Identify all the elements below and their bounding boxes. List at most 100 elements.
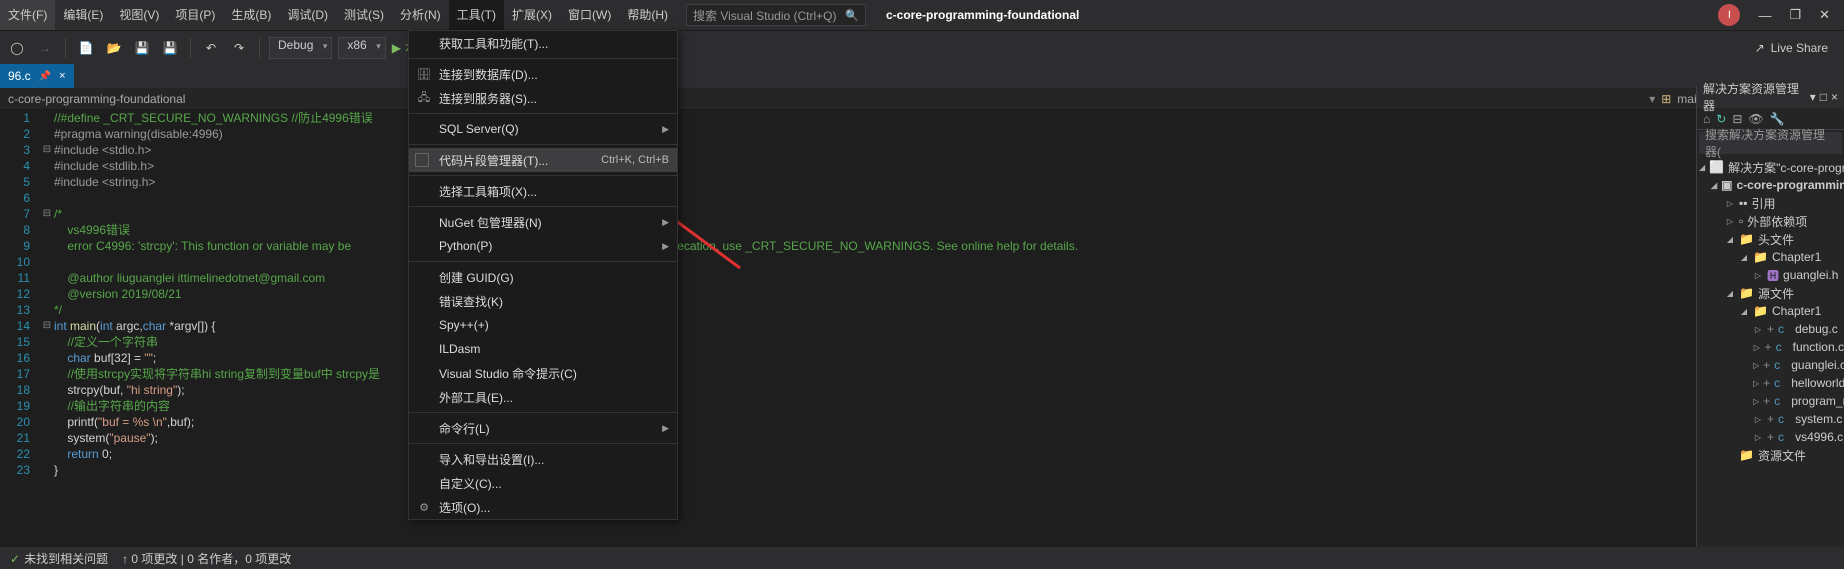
arrow-right-icon: ▶ — [662, 217, 669, 228]
c-file-icon: c — [1774, 376, 1780, 390]
minimize-icon[interactable]: — — [1758, 8, 1771, 23]
dd-external-tools[interactable]: 外部工具(E)... — [409, 385, 677, 409]
tree-sources[interactable]: ◢📁源文件 — [1697, 284, 1844, 302]
dd-options[interactable]: ⚙选项(O)... — [409, 495, 677, 519]
tree-solution-root[interactable]: ◢⬜解决方案"c-core-program — [1697, 158, 1844, 176]
search-icon: 🔍 — [845, 9, 859, 22]
platform-combo[interactable]: x86 — [338, 37, 385, 59]
dd-connect-db[interactable]: 🗄连接到数据库(D)... — [409, 62, 677, 86]
dd-vs-cmd[interactable]: Visual Studio 命令提示(C) — [409, 361, 677, 385]
scope-dropdown-marker[interactable]: ▾ — [1649, 92, 1655, 106]
tree-vs4996-c[interactable]: ▷+ c vs4996.c — [1697, 428, 1844, 446]
refresh-icon[interactable]: ↻ — [1716, 112, 1726, 126]
dd-guid[interactable]: 创建 GUID(G) — [409, 265, 677, 289]
save-icon[interactable]: 💾 — [131, 37, 153, 59]
tree-guanglei-c[interactable]: ▷+ c guanglei.c — [1697, 356, 1844, 374]
user-avatar[interactable]: I — [1718, 4, 1740, 26]
tree-debug-c[interactable]: ▷+ c debug.c — [1697, 320, 1844, 338]
dd-connect-server[interactable]: 🖧连接到服务器(S)... — [409, 86, 677, 110]
home-icon[interactable]: ⌂ — [1703, 112, 1710, 126]
live-share-button[interactable]: Live Share — [1755, 41, 1838, 55]
tree-external-deps[interactable]: ▷▫外部依赖项 — [1697, 212, 1844, 230]
tree-helloworld-c[interactable]: ▷+ c helloworld.c — [1697, 374, 1844, 392]
tree-chapter1-s[interactable]: ◢📁Chapter1 — [1697, 302, 1844, 320]
line-gutter: 1234567891011121314151617181920212223 — [0, 110, 40, 547]
menu-file[interactable]: 文件(F) — [0, 0, 55, 30]
tree-project[interactable]: ◢▣c-core-programming — [1697, 176, 1844, 194]
maximize-icon[interactable]: ❐ — [1789, 7, 1801, 23]
dd-import-export[interactable]: 导入和导出设置(I)... — [409, 447, 677, 471]
menu-edit[interactable]: 编辑(E) — [55, 0, 111, 30]
tree-chapter1-h[interactable]: ◢📁Chapter1 — [1697, 248, 1844, 266]
dd-customize[interactable]: 自定义(C)... — [409, 471, 677, 495]
arrow-right-icon: ▶ — [662, 423, 669, 434]
h-file-icon: 🅷 — [1767, 267, 1779, 284]
tree-system-c[interactable]: ▷+ c system.c — [1697, 410, 1844, 428]
panel-dropdown-icon[interactable]: ▾ — [1810, 90, 1816, 104]
arrow-right-icon: ▶ — [662, 124, 669, 135]
config-combo[interactable]: Debug — [269, 37, 332, 59]
nav-fwd-icon[interactable]: → — [34, 37, 56, 59]
project-icon: ▣ — [1721, 178, 1732, 192]
tree-resources[interactable]: 📁资源文件 — [1697, 446, 1844, 464]
panel-maximize-icon[interactable]: □ — [1820, 90, 1827, 104]
save-all-icon[interactable]: 💾 — [159, 37, 181, 59]
menu-tools[interactable]: 工具(T) — [449, 0, 504, 30]
menu-help[interactable]: 帮助(H) — [619, 0, 676, 30]
undo-icon[interactable]: ↶ — [200, 37, 222, 59]
file-tab[interactable]: 96.c 📌 × — [0, 64, 74, 88]
menu-build[interactable]: 生成(B) — [223, 0, 279, 30]
dd-get-tools[interactable]: 获取工具和功能(T)... — [409, 31, 677, 55]
menu-window[interactable]: 窗口(W) — [560, 0, 619, 30]
quick-search[interactable]: 搜索 Visual Studio (Ctrl+Q) 🔍 — [686, 4, 866, 26]
c-file-icon: c — [1774, 358, 1780, 372]
show-all-icon[interactable]: 👁 — [1748, 112, 1763, 126]
folder-icon: 📁 — [1753, 250, 1768, 264]
menu-view[interactable]: 视图(V) — [111, 0, 167, 30]
main-toolbar: ◯ → 📄 📂 💾 💾 ↶ ↷ Debug x86 本地 Live Share — [0, 30, 1844, 64]
open-icon[interactable]: 📂 — [103, 37, 125, 59]
folder-icon: 📁 — [1739, 286, 1754, 300]
dd-spy[interactable]: Spy++(+) — [409, 313, 677, 337]
dd-nuget[interactable]: NuGet 包管理器(N)▶ — [409, 210, 677, 234]
panel-close-icon[interactable]: × — [1831, 90, 1838, 104]
dd-python[interactable]: Python(P)▶ — [409, 234, 677, 258]
status-changes[interactable]: ↑ 0 项更改 | 0 名作者，0 项更改 — [122, 550, 291, 567]
menu-project[interactable]: 项目(P) — [167, 0, 223, 30]
tree-function-c[interactable]: ▷+ c function.c — [1697, 338, 1844, 356]
pin-icon[interactable]: 📌 — [39, 71, 51, 82]
checkbox-icon — [415, 153, 429, 167]
tree-headers[interactable]: ◢📁头文件 — [1697, 230, 1844, 248]
dd-sql-server[interactable]: SQL Server(Q)▶ — [409, 117, 677, 141]
tab-filename: 96.c — [8, 69, 31, 83]
window-buttons: I — ❐ ✕ — [1718, 4, 1844, 26]
solution-search[interactable]: 搜索解决方案资源管理器( — [1699, 132, 1842, 154]
new-file-icon[interactable]: 📄 — [75, 37, 97, 59]
code-editor[interactable]: 1234567891011121314151617181920212223 ⊟⊟… — [0, 110, 1844, 547]
menu-analyze[interactable]: 分析(N) — [392, 0, 449, 30]
fold-gutter: ⊟⊟⊟ — [40, 110, 54, 547]
menu-test[interactable]: 测试(S) — [336, 0, 392, 30]
menu-debug[interactable]: 调试(D) — [279, 0, 336, 30]
menu-extensions[interactable]: 扩展(X) — [504, 0, 560, 30]
collapse-icon[interactable]: ⊟ — [1732, 112, 1742, 126]
code-lines: //#define _CRT_SECURE_NO_WARNINGS //防止49… — [54, 110, 1844, 547]
dd-cmdline[interactable]: 命令行(L)▶ — [409, 416, 677, 440]
properties-icon[interactable]: 🔧 — [1770, 112, 1785, 126]
close-icon[interactable]: ✕ — [1819, 7, 1830, 23]
dd-code-snippets[interactable]: 代码片段管理器(T)...Ctrl+K, Ctrl+B — [409, 148, 677, 172]
nav-back-icon[interactable]: ◯ — [6, 37, 28, 59]
redo-icon[interactable]: ↷ — [228, 37, 250, 59]
tree-references[interactable]: ▷▪▪引用 — [1697, 194, 1844, 212]
dd-ildasm[interactable]: ILDasm — [409, 337, 677, 361]
tree-program-run-c[interactable]: ▷+ c program_run — [1697, 392, 1844, 410]
solution-title-bar: 解决方案资源管理器 ▾□× — [1697, 86, 1844, 108]
tab-close-icon[interactable]: × — [59, 70, 65, 82]
dd-toolbox[interactable]: 选择工具箱项(X)... — [409, 179, 677, 203]
solution-tree: ◢⬜解决方案"c-core-program ◢▣c-core-programmi… — [1697, 156, 1844, 466]
tree-guanglei-h[interactable]: ▷🅷guanglei.h — [1697, 266, 1844, 284]
status-issues[interactable]: 未找到相关问题 — [10, 550, 108, 567]
dd-error-lookup[interactable]: 错误查找(K) — [409, 289, 677, 313]
c-file-icon: c — [1776, 340, 1782, 354]
breadcrumb-project[interactable]: c-core-programming-foundational — [8, 92, 185, 106]
